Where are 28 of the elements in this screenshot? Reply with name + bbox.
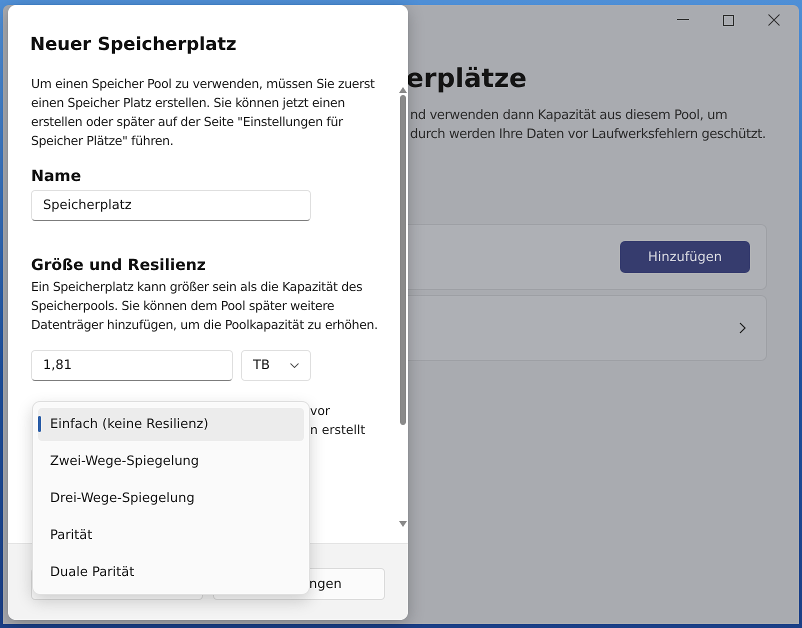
- resilience-description: vor n erstellt: [310, 402, 366, 439]
- scrollbar-thumb[interactable]: [400, 95, 406, 425]
- dialog-title: Neuer Speicherplatz: [29, 33, 238, 57]
- unit-value: TB: [253, 358, 270, 373]
- add-button[interactable]: Hinzufügen: [620, 241, 750, 273]
- page-heading: erplätze: [406, 63, 528, 96]
- size-description: Ein Speicherplatz kann größer sein als die Kapazität des Speicherpools. Sie können dem Pool später weitere Datenträger hinzufügen, um die Poolkapazität zu erhöhen.: [31, 278, 379, 334]
- scroll-down-icon[interactable]: [399, 521, 407, 527]
- field-label: Name: [31, 166, 82, 187]
- size-field[interactable]: 1,81: [31, 350, 233, 381]
- dropdown-option[interactable]: Drei-Wege-Spiegelung: [38, 482, 304, 515]
- selection-indicator: [38, 416, 41, 432]
- dropdown-option[interactable]: Einfach (keine Resilienz): [38, 408, 304, 441]
- maximize-icon[interactable]: [723, 14, 734, 26]
- unit-dropdown[interactable]: TB: [241, 350, 311, 381]
- chevron-down-icon: [290, 363, 299, 368]
- intro-text: Um einen Speicher Pool zu verwenden, müssen Sie zuerst einen Speicher Platz erstellen. Sie können jetzt einen erstellen oder später auf der Seite "Einstellungen für Speicher Plätze" führen.: [31, 75, 376, 150]
- name-field[interactable]: Speicherplatz: [31, 190, 311, 221]
- section-heading: Größe und Resilienz: [31, 255, 207, 276]
- dropdown-option[interactable]: Parität: [38, 519, 304, 552]
- dropdown-option[interactable]: Duale Parität: [38, 556, 304, 589]
- description-text: durch werden Ihre Daten vor Laufwerksfehlern geschützt.: [410, 126, 767, 144]
- chevron-right-icon: [739, 322, 746, 334]
- dropdown-option[interactable]: Zwei-Wege-Spiegelung: [38, 445, 304, 478]
- minimize-icon[interactable]: [677, 19, 689, 21]
- scroll-up-icon[interactable]: [399, 87, 407, 93]
- description-text: nd verwenden dann Kapazität aus diesem Pool, um: [410, 107, 728, 125]
- close-icon[interactable]: [768, 14, 780, 26]
